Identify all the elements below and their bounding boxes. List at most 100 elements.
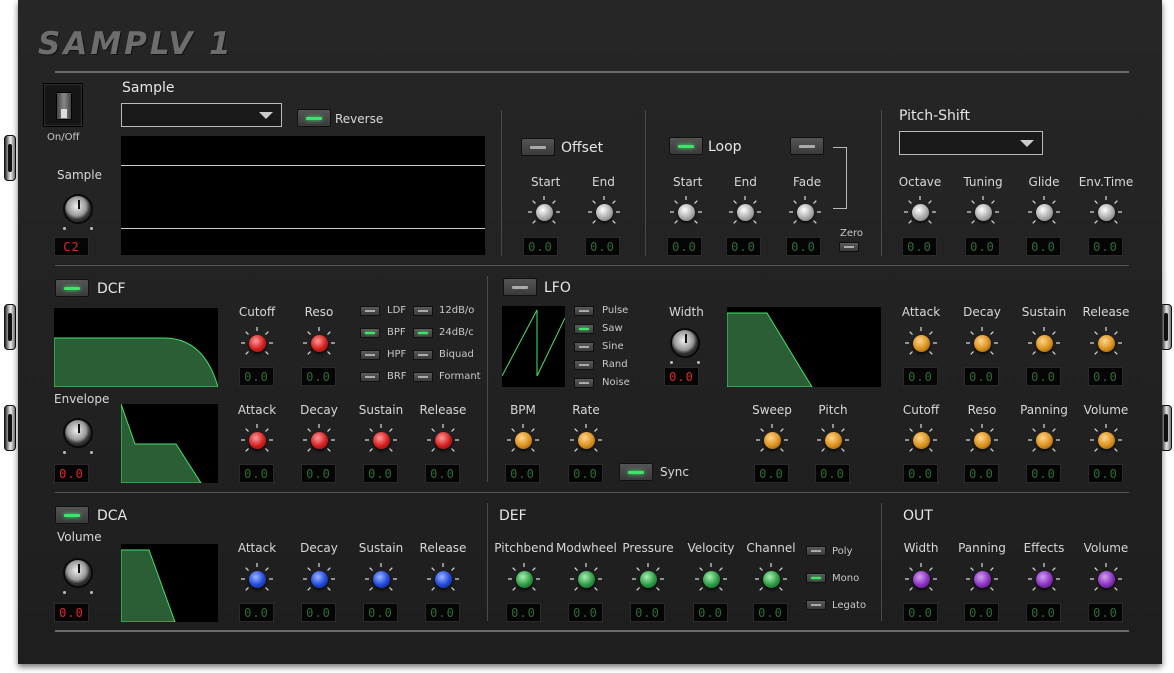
dcf-env-knob[interactable]	[427, 424, 459, 456]
def-mode-label: Legato	[832, 600, 867, 611]
pitch-knob[interactable]	[904, 196, 936, 228]
dcf-env-knob[interactable]	[303, 424, 335, 456]
dcf-slope-toggle[interactable]	[413, 328, 433, 338]
def-mode-mono-toggle[interactable]	[806, 573, 826, 583]
dcf-type-bpf-toggle[interactable]	[360, 328, 380, 338]
row2-divider	[55, 492, 1129, 493]
def-knob[interactable]	[508, 563, 540, 595]
lfo-mod-lcd: 0.0	[568, 464, 603, 483]
dca-volume-lcd: 0.0	[54, 603, 89, 622]
dca-env-knob[interactable]	[427, 563, 459, 595]
lfo-env-knob[interactable]	[1090, 327, 1122, 359]
reverse-toggle[interactable]	[297, 109, 331, 127]
dcf-env-lcd: 0.0	[425, 464, 460, 483]
dcf-filter-knob[interactable]	[303, 327, 335, 359]
dca-toggle[interactable]	[55, 506, 89, 524]
lfo-shape-saw-toggle[interactable]	[574, 324, 594, 334]
loop-start-knob[interactable]	[670, 196, 702, 228]
dcf-type-ldf-toggle[interactable]	[360, 306, 380, 316]
lfo-toggle[interactable]	[503, 278, 537, 296]
dcf-envelope-display	[121, 404, 218, 483]
offset-end-knob[interactable]	[588, 196, 620, 228]
pitch-shift-label: Pitch-Shift	[899, 108, 970, 124]
dca-env-knob[interactable]	[365, 563, 397, 595]
dcf-envelope-knob[interactable]	[61, 416, 95, 456]
sample-knob[interactable]	[61, 192, 95, 232]
lfo-mod-knob[interactable]	[817, 424, 849, 456]
dcf-filter-knob[interactable]	[241, 327, 273, 359]
lfo-width-knob[interactable]	[668, 326, 702, 366]
zero-toggle[interactable]	[839, 242, 859, 252]
pitch-knob-label: Tuning	[963, 175, 1003, 189]
dca-env-lcd: 0.0	[425, 603, 460, 622]
out-knob[interactable]	[1028, 563, 1060, 595]
lfo-dest-knob[interactable]	[966, 424, 998, 456]
lfo-shape-rand-toggle[interactable]	[574, 360, 594, 370]
left-jack-2	[4, 304, 16, 350]
lfo-mod-knob[interactable]	[507, 424, 539, 456]
sep-loop	[645, 110, 646, 256]
dcf-env-knob[interactable]	[241, 424, 273, 456]
def-knob-label: Pressure	[622, 541, 674, 555]
lfo-env-knob[interactable]	[905, 327, 937, 359]
loop-fade-knob[interactable]	[789, 196, 821, 228]
def-mode-legato-toggle[interactable]	[806, 600, 826, 610]
loop-end-knob[interactable]	[729, 196, 761, 228]
lfo-width-label: Width	[669, 305, 704, 319]
lfo-mod-knob[interactable]	[756, 424, 788, 456]
def-knob-label: Velocity	[687, 541, 735, 555]
dca-env-knob[interactable]	[303, 563, 335, 595]
def-knob[interactable]	[632, 563, 664, 595]
lfo-env-knob[interactable]	[966, 327, 998, 359]
dca-env-knob[interactable]	[241, 563, 273, 595]
dcf-env-knob[interactable]	[365, 424, 397, 456]
loop-toggle[interactable]	[669, 137, 703, 155]
def-knob[interactable]	[695, 563, 727, 595]
def-mode-poly-toggle[interactable]	[806, 546, 826, 556]
dcf-label: DCF	[97, 281, 126, 297]
pitch-shift-select[interactable]	[899, 131, 1043, 155]
dcf-slope-toggle[interactable]	[413, 372, 433, 382]
pitch-knob[interactable]	[1090, 196, 1122, 228]
power-switch[interactable]	[43, 83, 83, 127]
def-knob[interactable]	[755, 563, 787, 595]
out-lcd: 0.0	[903, 603, 938, 622]
dcf-toggle[interactable]	[55, 279, 89, 297]
loop-zero-toggle[interactable]	[790, 137, 824, 155]
def-lcd: 0.0	[568, 603, 603, 622]
out-lcd: 0.0	[1088, 603, 1123, 622]
dca-volume-knob[interactable]	[61, 556, 95, 596]
lfo-shape-sine-toggle[interactable]	[574, 342, 594, 352]
lfo-dest-knob[interactable]	[1028, 424, 1060, 456]
lfo-dest-knob[interactable]	[905, 424, 937, 456]
offset-start-knob[interactable]	[528, 196, 560, 228]
zero-label: Zero	[840, 228, 864, 239]
offset-label: Offset	[561, 140, 604, 156]
lfo-width-lcd: 0.0	[664, 367, 699, 386]
lfo-shape-label: Rand	[602, 359, 628, 370]
pitch-knob-label: Octave	[898, 175, 942, 189]
lfo-env-knob[interactable]	[1028, 327, 1060, 359]
pitch-knob[interactable]	[1028, 196, 1060, 228]
offset-toggle[interactable]	[521, 138, 555, 156]
dcf-env-knob-label: Attack	[237, 403, 277, 417]
lfo-sync-toggle[interactable]	[619, 463, 653, 481]
sample-select[interactable]	[121, 103, 282, 127]
out-knob[interactable]	[1090, 563, 1122, 595]
pitch-knob[interactable]	[967, 196, 999, 228]
onoff-label: On/Off	[47, 132, 80, 143]
out-knob[interactable]	[905, 563, 937, 595]
out-knob[interactable]	[966, 563, 998, 595]
dcf-slope-toggle[interactable]	[413, 306, 433, 316]
lfo-shape-pulse-toggle[interactable]	[574, 306, 594, 316]
lfo-shape-noise-toggle[interactable]	[574, 378, 594, 388]
dcf-type-hpf-toggle[interactable]	[360, 350, 380, 360]
lfo-dest-knob[interactable]	[1090, 424, 1122, 456]
def-knob[interactable]	[570, 563, 602, 595]
lfo-mod-knob[interactable]	[570, 424, 602, 456]
dcf-type-brf-toggle[interactable]	[360, 372, 380, 382]
out-knob-label: Panning	[958, 541, 1006, 555]
lfo-mod-knob-label: Sweep	[752, 403, 792, 417]
dcf-slope-toggle[interactable]	[413, 350, 433, 360]
dcf-envelope-label: Envelope	[54, 392, 110, 406]
